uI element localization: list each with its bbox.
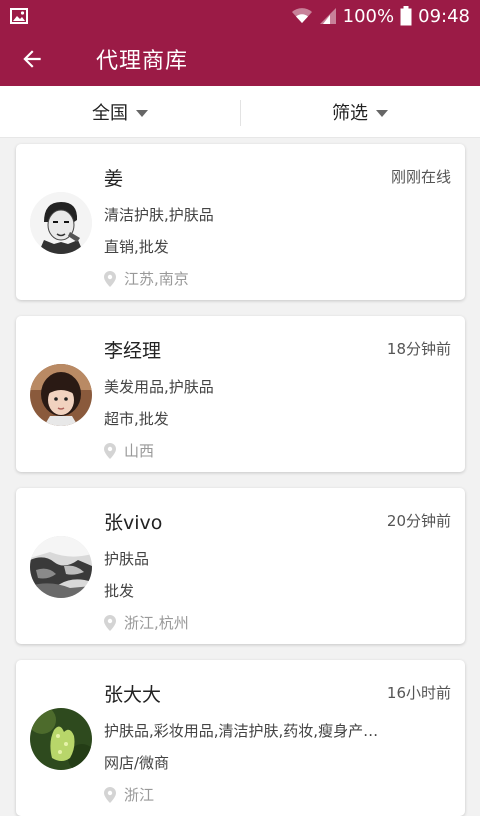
battery-percent: 100% [342, 5, 395, 27]
last-online: 16小时前 [386, 684, 451, 702]
image-notification-icon [10, 8, 28, 24]
location: 山西 [104, 440, 154, 461]
agent-card[interactable]: 李经理 18分钟前 美发用品,护肤品 超市,批发 山西 [16, 316, 465, 472]
wifi-icon [291, 8, 312, 23]
location-text: 浙江,杭州 [124, 614, 189, 632]
caret-down-icon [376, 110, 388, 117]
avatar-plant-image [30, 708, 92, 770]
filter-bar: 全国 筛选 [0, 86, 480, 138]
avatar [30, 536, 92, 598]
status-right: 100% 09:48 [291, 6, 470, 27]
location: 江苏,南京 [104, 268, 189, 289]
page-title: 代理商库 [96, 49, 189, 74]
back-button[interactable] [0, 32, 64, 86]
location-pin-icon [104, 270, 116, 287]
app-bar: 代理商库 [0, 32, 480, 86]
sales-channel: 超市,批发 [104, 410, 169, 428]
last-online: 20分钟前 [386, 512, 451, 530]
agent-card[interactable]: 姜 刚刚在线 清洁护肤,护肤品 直销,批发 江苏,南京 [16, 144, 465, 300]
agent-name: 李经理 [104, 340, 162, 362]
battery-icon [400, 6, 412, 26]
arrow-left-icon [23, 50, 41, 68]
last-online: 18分钟前 [386, 340, 451, 358]
caret-down-icon [136, 110, 148, 117]
filter-label: 筛选 [332, 103, 368, 124]
clock: 09:48 [418, 5, 470, 27]
region-dropdown[interactable]: 全国 [0, 86, 240, 138]
status-left [10, 8, 28, 24]
avatar-girl-image [30, 364, 92, 426]
location-pin-icon [104, 442, 116, 459]
product-categories: 清洁护肤,护肤品 [104, 206, 214, 224]
location: 浙江,杭州 [104, 612, 189, 633]
sales-channel: 批发 [104, 582, 135, 600]
agent-name: 姜 [104, 168, 124, 190]
avatar-sketch-image [30, 192, 92, 254]
sales-channel: 网店/微商 [104, 754, 170, 772]
avatar [30, 192, 92, 254]
avatar-bw-image [30, 536, 92, 598]
product-categories: 护肤品,彩妆用品,清洁护肤,药妆,瘦身产… [104, 722, 379, 740]
agent-card[interactable]: 张大大 16小时前 护肤品,彩妆用品,清洁护肤,药妆,瘦身产… 网店/微商 浙江 [16, 660, 465, 816]
location-pin-icon [104, 614, 116, 631]
last-online: 刚刚在线 [390, 168, 451, 186]
product-categories: 护肤品 [104, 550, 150, 568]
avatar [30, 364, 92, 426]
location-text: 江苏,南京 [124, 270, 189, 288]
agent-name: 张大大 [104, 684, 162, 706]
region-label: 全国 [92, 103, 128, 124]
avatar [30, 708, 92, 770]
filter-dropdown[interactable]: 筛选 [240, 86, 480, 138]
agent-card[interactable]: 张vivo 20分钟前 护肤品 批发 浙江,杭州 [16, 488, 465, 644]
product-categories: 美发用品,护肤品 [104, 378, 214, 396]
location-text: 浙江 [124, 786, 155, 804]
status-bar: 100% 09:48 [0, 0, 480, 32]
sales-channel: 直销,批发 [104, 238, 169, 256]
location-text: 山西 [124, 442, 155, 460]
agent-name: 张vivo [104, 512, 163, 534]
signal-icon [319, 8, 336, 24]
location-pin-icon [104, 786, 116, 803]
location: 浙江 [104, 784, 154, 805]
